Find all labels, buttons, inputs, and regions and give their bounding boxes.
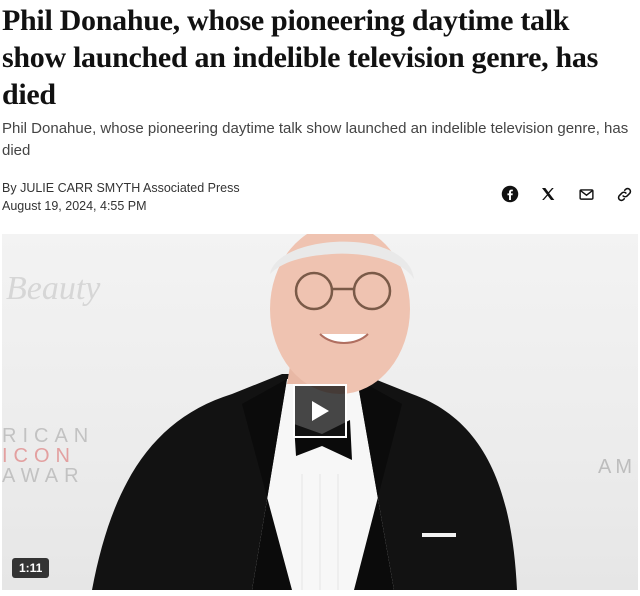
copy-link-button[interactable] xyxy=(614,184,634,204)
author-name[interactable]: JULIE CARR SMYTH xyxy=(20,181,140,195)
x-icon xyxy=(542,188,555,200)
share-bar xyxy=(500,184,634,204)
article-subheadline: Phil Donahue, whose pioneering daytime t… xyxy=(2,120,629,159)
email-icon xyxy=(578,188,594,200)
link-icon xyxy=(617,187,631,201)
facebook-icon xyxy=(501,185,519,203)
share-facebook-button[interactable] xyxy=(500,184,520,204)
share-email-button[interactable] xyxy=(576,184,596,204)
byline-author-row: By JULIE CARR SMYTH Associated Press xyxy=(2,179,240,197)
video-duration-badge: 1:11 xyxy=(12,558,50,578)
article-headline: Phil Donahue, whose pioneering daytime t… xyxy=(2,4,598,111)
author-organization: Associated Press xyxy=(140,181,240,195)
byline: By JULIE CARR SMYTH Associated Press Aug… xyxy=(2,179,240,215)
byline-prefix: By xyxy=(2,181,21,195)
play-button[interactable] xyxy=(293,384,347,438)
share-x-button[interactable] xyxy=(538,184,558,204)
publish-date: August 19, 2024, 4:55 PM xyxy=(2,199,147,213)
video-player[interactable]: Beauty RICAN ICON AWAR AM 1:11 xyxy=(2,234,638,590)
play-icon xyxy=(312,401,329,421)
